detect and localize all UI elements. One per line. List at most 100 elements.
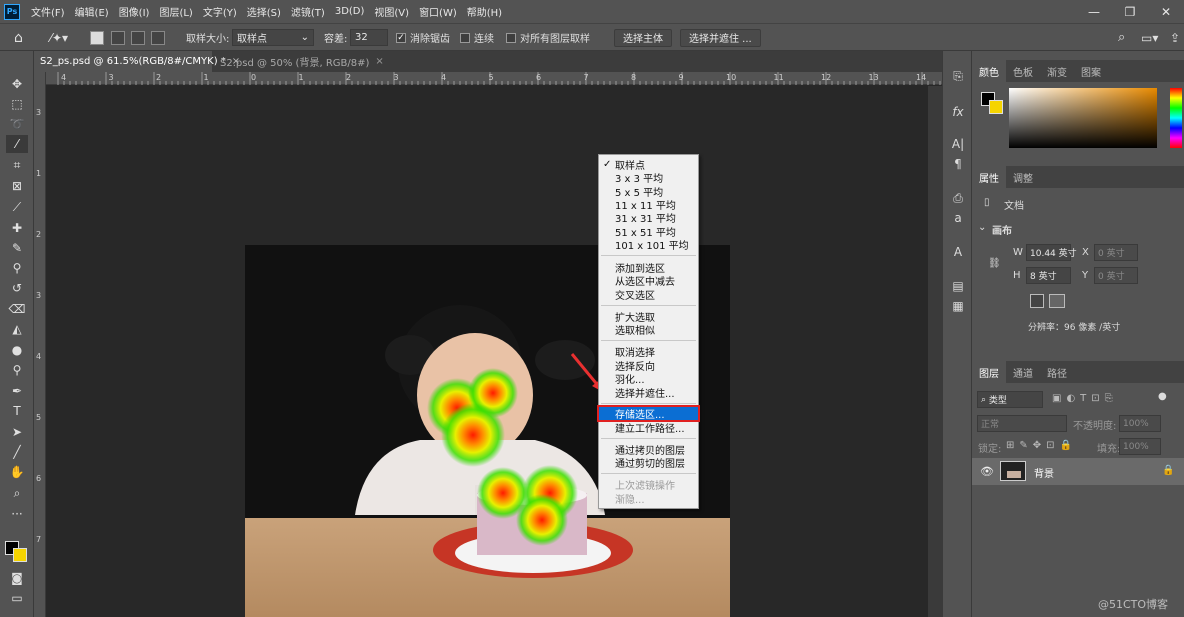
- menu-item-101x101[interactable]: 101 x 101 平均: [599, 238, 698, 252]
- type-tool-icon[interactable]: T: [6, 402, 28, 420]
- close-icon[interactable]: ✕: [1148, 0, 1184, 23]
- background-color-swatch[interactable]: [13, 548, 27, 562]
- tab-color[interactable]: 颜色: [972, 60, 1006, 82]
- history-brush-icon[interactable]: ↺: [6, 279, 28, 297]
- height-input[interactable]: 8 英寸: [1026, 267, 1071, 284]
- link-icon[interactable]: ⛓: [988, 258, 1001, 269]
- eraser-tool-icon[interactable]: ⌫: [6, 300, 28, 318]
- healing-brush-icon[interactable]: ✚: [6, 219, 28, 237]
- brush-tool-icon[interactable]: ✎: [6, 239, 28, 257]
- fill-input[interactable]: 100%: [1119, 438, 1161, 455]
- menu-item-deselect[interactable]: 取消选择: [599, 345, 698, 359]
- paragraph-icon[interactable]: ¶: [949, 155, 967, 173]
- all-layers-checkbox[interactable]: 对所有图层取样: [506, 24, 590, 51]
- blend-mode-select[interactable]: 正常: [977, 415, 1067, 432]
- visibility-eye-icon[interactable]: 👁: [980, 465, 994, 478]
- quick-mask-icon[interactable]: ◙: [6, 569, 28, 587]
- menu-edit[interactable]: 编辑(E): [70, 4, 114, 19]
- subtract-selection-icon[interactable]: [131, 24, 145, 51]
- pen-tool-icon[interactable]: ✒: [6, 382, 28, 400]
- x-input[interactable]: 0 英寸: [1094, 244, 1138, 261]
- magic-wand-tool-icon[interactable]: ⁄✦▾: [50, 24, 68, 51]
- glyphs-icon[interactable]: a: [949, 209, 967, 227]
- more-tools-icon[interactable]: ···: [6, 505, 28, 523]
- menu-item-31x31[interactable]: 31 x 31 平均: [599, 211, 698, 225]
- notes-icon[interactable]: ▦: [949, 297, 967, 315]
- tab-document-active[interactable]: S2_ps.psd @ 61.5%(RGB/8#/CMYK) * ×: [34, 51, 240, 72]
- layer-filter-icons[interactable]: ▣◐T⊡⎘: [1052, 393, 1118, 404]
- filter-toggle-icon[interactable]: ●: [1158, 391, 1167, 402]
- menu-window[interactable]: 窗口(W): [414, 4, 462, 19]
- minimize-icon[interactable]: —: [1076, 0, 1112, 23]
- bg-color-swatch[interactable]: [989, 100, 1003, 114]
- sample-size-select[interactable]: 取样点 ⌄: [232, 29, 314, 46]
- menu-item-intersect-selection[interactable]: 交叉选区: [599, 288, 698, 302]
- search-icon[interactable]: ⌕: [1118, 24, 1125, 51]
- select-subject-button[interactable]: 选择主体: [614, 28, 672, 47]
- tab-paths[interactable]: 路径: [1040, 361, 1074, 383]
- menu-select[interactable]: 选择(S): [242, 4, 286, 19]
- tab-patterns[interactable]: 图案: [1074, 60, 1108, 82]
- menu-item-subtract-selection[interactable]: 从选区中减去: [599, 274, 698, 288]
- new-selection-icon[interactable]: [90, 24, 104, 51]
- tab-layers[interactable]: 图层: [972, 361, 1006, 383]
- width-input[interactable]: 10.44 英寸: [1026, 244, 1077, 261]
- menu-3d[interactable]: 3D(D): [330, 6, 370, 17]
- anti-alias-checkbox[interactable]: ✓ 消除锯齿: [396, 24, 450, 51]
- menu-layer[interactable]: 图层(L): [154, 4, 197, 19]
- tab-adjustments[interactable]: 调整: [1006, 166, 1040, 188]
- libraries-icon[interactable]: ⎙: [949, 189, 967, 207]
- menu-item-save-selection[interactable]: 存储选区...: [597, 405, 700, 422]
- eyedropper-tool-icon[interactable]: ⟋: [6, 198, 28, 216]
- vertical-scrollbar[interactable]: [928, 86, 942, 617]
- path-selection-icon[interactable]: ➤: [6, 423, 28, 441]
- menu-item-similar[interactable]: 选取相似: [599, 323, 698, 337]
- tab-channels[interactable]: 通道: [1006, 361, 1040, 383]
- layer-row[interactable]: 👁 背景 🔒: [972, 458, 1184, 485]
- menu-file[interactable]: 文件(F): [26, 4, 70, 19]
- menu-item-3x3[interactable]: 3 x 3 平均: [599, 171, 698, 185]
- menu-item-feather[interactable]: 羽化...: [599, 372, 698, 386]
- menu-view[interactable]: 视图(V): [369, 4, 414, 19]
- y-input[interactable]: 0 英寸: [1094, 267, 1138, 284]
- hue-slider[interactable]: [1170, 88, 1182, 148]
- line-tool-icon[interactable]: ╱: [6, 443, 28, 461]
- type-icon[interactable]: A: [949, 243, 967, 261]
- contiguous-checkbox[interactable]: 连续: [460, 24, 494, 51]
- hand-tool-icon[interactable]: ✋: [6, 463, 28, 481]
- restore-icon[interactable]: ❐: [1112, 0, 1148, 23]
- frame-tool-icon[interactable]: ⊠: [6, 177, 28, 195]
- move-tool-icon[interactable]: ✥: [6, 75, 28, 93]
- properties-icon[interactable]: ▤: [949, 277, 967, 295]
- tab-gradients[interactable]: 渐变: [1040, 60, 1074, 82]
- opacity-input[interactable]: 100%: [1119, 415, 1161, 432]
- marquee-tool-icon[interactable]: ⬚: [6, 95, 28, 113]
- menu-item-inverse[interactable]: 选择反向: [599, 359, 698, 373]
- blur-tool-icon[interactable]: ●: [6, 341, 28, 359]
- dodge-tool-icon[interactable]: ⚲: [6, 361, 28, 379]
- styles-icon[interactable]: fx: [949, 103, 967, 121]
- crop-tool-icon[interactable]: ⌗: [6, 156, 28, 174]
- portrait-orientation-icon[interactable]: [1030, 294, 1044, 308]
- color-field[interactable]: [1009, 88, 1157, 148]
- character-icon[interactable]: A|: [949, 135, 967, 153]
- clone-stamp-icon[interactable]: ⚲: [6, 259, 28, 277]
- workspace-icon[interactable]: ▭▾: [1141, 24, 1158, 51]
- history-icon[interactable]: ⎘: [949, 67, 967, 85]
- layer-filter-select[interactable]: ⌕ 类型: [977, 391, 1043, 408]
- share-icon[interactable]: ⇪: [1170, 24, 1180, 51]
- screen-mode-icon[interactable]: ▭: [6, 589, 28, 607]
- lock-icons[interactable]: ⊞✎✥⊡🔒: [1006, 440, 1077, 451]
- landscape-orientation-icon[interactable]: [1049, 294, 1065, 308]
- paint-bucket-icon[interactable]: ◭: [6, 320, 28, 338]
- zoom-tool-icon[interactable]: ⌕: [6, 484, 28, 502]
- tab-document[interactable]: S2.psd @ 50% (背景, RGB/8#) ×: [214, 51, 384, 72]
- lasso-tool-icon[interactable]: ➰: [6, 115, 28, 133]
- add-selection-icon[interactable]: [111, 24, 125, 51]
- intersect-selection-icon[interactable]: [151, 24, 165, 51]
- home-icon[interactable]: ⌂: [14, 24, 23, 51]
- menu-item-make-work-path[interactable]: 建立工作路径...: [599, 421, 698, 435]
- menu-image[interactable]: 图像(I): [114, 4, 155, 19]
- tab-swatches[interactable]: 色板: [1006, 60, 1040, 82]
- menu-help[interactable]: 帮助(H): [462, 4, 507, 19]
